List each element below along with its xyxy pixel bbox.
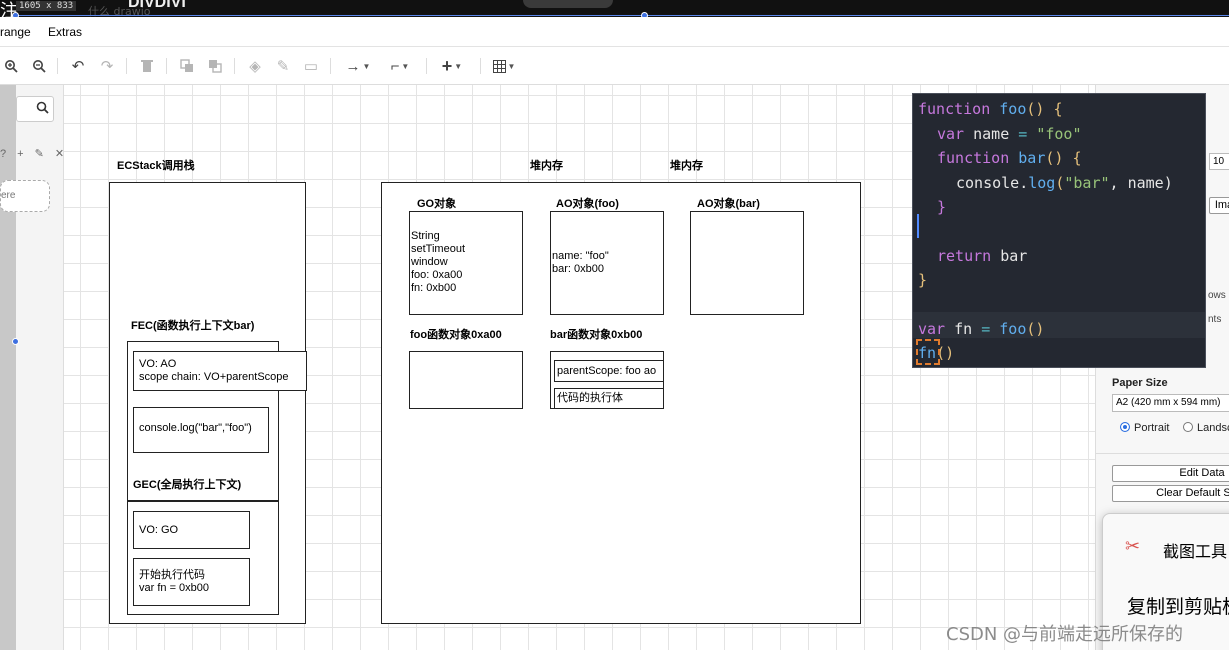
code-line-8: }: [918, 271, 928, 289]
toolbar-separator: [166, 58, 167, 74]
bar-func-label: bar函数对象0xb00: [550, 329, 643, 341]
toolbar: ↶ ↷ ◈ ✎ ▭ → ▼ ⌐ ▼ + ▼ ▼: [0, 47, 1229, 85]
heap-label: 堆内存: [530, 160, 563, 172]
bar-parent-scope-text: parentScope: foo ao: [557, 365, 657, 377]
fec-label: FEC(函数执行上下文bar): [131, 320, 255, 332]
search-icon[interactable]: [36, 101, 49, 117]
watermark: CSDN @与前端走远所保存的: [946, 624, 1184, 645]
toolbar-separator: [426, 58, 427, 74]
gec-vo-box[interactable]: VO: GO: [133, 511, 250, 549]
gec-code-box[interactable]: 开始执行代码 var fn = 0xb00: [133, 558, 250, 606]
code-line-10: var fn = foo(): [918, 320, 1045, 338]
sidebar-shape-item[interactable]: ere: [0, 180, 50, 212]
go-content: String setTimeout window foo: 0xa00 fn: …: [411, 230, 466, 294]
landscape-option[interactable]: Landscape: [1183, 422, 1229, 434]
sidebar-tools[interactable]: ? + ✎ ✕: [0, 147, 68, 160]
to-front-icon[interactable]: [176, 55, 198, 77]
fec-vo-box[interactable]: VO: AO scope chain: VO+parentScope: [133, 351, 307, 391]
to-back-icon[interactable]: [204, 55, 226, 77]
toolbar-separator: [126, 58, 127, 74]
code-line-3: function bar() {: [937, 149, 1082, 167]
clear-default-style-button[interactable]: Clear Default Style: [1112, 485, 1229, 502]
toolbar-separator: [480, 58, 481, 74]
landscape-radio[interactable]: [1183, 422, 1193, 432]
portrait-option[interactable]: Portrait: [1120, 422, 1169, 434]
code-line-4: console.log("bar", name): [956, 174, 1173, 192]
text-selection-box: [916, 339, 940, 365]
shadow-icon[interactable]: ▭: [300, 55, 322, 77]
menu-extras[interactable]: Extras: [48, 25, 82, 39]
image-button[interactable]: Ima: [1209, 197, 1229, 214]
gec-label: GEC(全局执行上下文): [133, 479, 242, 491]
fec-code-text: console.log("bar","foo"): [139, 422, 252, 434]
paper-size-label: Paper Size: [1112, 377, 1168, 389]
code-line-5: }: [937, 198, 947, 216]
toolbar-separator: [57, 58, 58, 74]
selection-handle[interactable]: [12, 338, 19, 345]
selection-line: [15, 15, 1229, 16]
table-icon[interactable]: ▼: [488, 55, 520, 77]
toolbar-separator: [330, 58, 331, 74]
toolbar-separator: [234, 58, 235, 74]
redo-icon[interactable]: ↷: [96, 55, 118, 77]
waypoints-icon[interactable]: ⌐ ▼: [384, 55, 416, 77]
paper-size-select[interactable]: A2 (420 mm x 594 mm): [1112, 394, 1229, 412]
delete-icon[interactable]: [136, 55, 158, 77]
gec-vo-text: VO: GO: [139, 524, 179, 536]
grid-size-field[interactable]: 10: [1209, 153, 1229, 170]
snip-title: 截图工具: [1163, 542, 1228, 561]
scissors-icon: ✂: [1125, 536, 1141, 556]
menu-arrange[interactable]: range: [0, 25, 31, 39]
zoom-out-icon[interactable]: [28, 55, 50, 77]
top-notch: [523, 0, 613, 8]
go-label: GO对象: [417, 198, 457, 210]
fec-vo-text: VO: AO scope chain: VO+parentScope: [139, 358, 289, 383]
ao-foo-content: name: "foo" bar: 0xb00: [552, 250, 609, 275]
fec-code-box[interactable]: console.log("bar","foo"): [133, 407, 269, 453]
bar-body-text: 代码的执行体: [557, 392, 623, 404]
option-nts: nts: [1208, 314, 1222, 325]
ecstack-label: ECStack调用栈: [117, 160, 195, 172]
panel-divider: [1096, 453, 1229, 454]
foo-func-label: foo函数对象0xa00: [410, 329, 502, 341]
foo-func-box[interactable]: [409, 351, 523, 409]
edit-data-label: Edit Data: [1179, 467, 1225, 479]
undo-icon[interactable]: ↶: [67, 55, 89, 77]
fill-color-icon[interactable]: ◈: [244, 55, 266, 77]
left-edge-strip: [0, 85, 16, 650]
portrait-radio[interactable]: [1120, 422, 1130, 432]
ao-bar-label: AO对象(bar): [697, 198, 760, 210]
menu-bar: range Extras: [0, 17, 1229, 47]
gec-code-text: 开始执行代码 var fn = 0xb00: [139, 569, 210, 594]
text-cursor: [917, 214, 919, 238]
zoom-in-icon[interactable]: [0, 55, 22, 77]
connection-icon[interactable]: → ▼: [342, 55, 374, 77]
ao-foo-label: AO对象(foo): [556, 198, 619, 210]
edit-data-button[interactable]: Edit Data: [1112, 465, 1229, 482]
code-line-1: function foo() {: [918, 100, 1063, 118]
portrait-label: Portrait: [1134, 422, 1170, 434]
shape-search-input[interactable]: [16, 96, 54, 122]
option-rows: ows: [1208, 290, 1226, 301]
app-logo: DIVDIVI: [128, 0, 186, 11]
insert-icon[interactable]: + ▼: [436, 55, 468, 77]
landscape-label: Landscape: [1197, 422, 1229, 434]
code-line-2: var name = "foo": [937, 125, 1082, 143]
line-color-icon[interactable]: ✎: [272, 55, 294, 77]
ao-bar-box[interactable]: [690, 211, 804, 315]
snip-message: 复制到剪贴板: [1127, 596, 1229, 618]
ao-foo-box[interactable]: name: "foo" bar: 0xb00: [550, 211, 664, 315]
screenshot-dimensions: 1605 x 833: [16, 1, 77, 11]
code-line-7: return bar: [937, 247, 1028, 265]
bar-body-box[interactable]: 代码的执行体: [554, 388, 664, 409]
clear-default-label: Clear Default Style: [1156, 487, 1229, 499]
bar-parent-scope-box[interactable]: parentScope: foo ao: [554, 360, 664, 382]
go-box[interactable]: String setTimeout window foo: 0xa00 fn: …: [409, 211, 523, 315]
heap-label-duplicate: 堆内存: [670, 160, 703, 172]
code-editor-overlay[interactable]: function foo() { var name = "foo" functi…: [912, 93, 1206, 368]
